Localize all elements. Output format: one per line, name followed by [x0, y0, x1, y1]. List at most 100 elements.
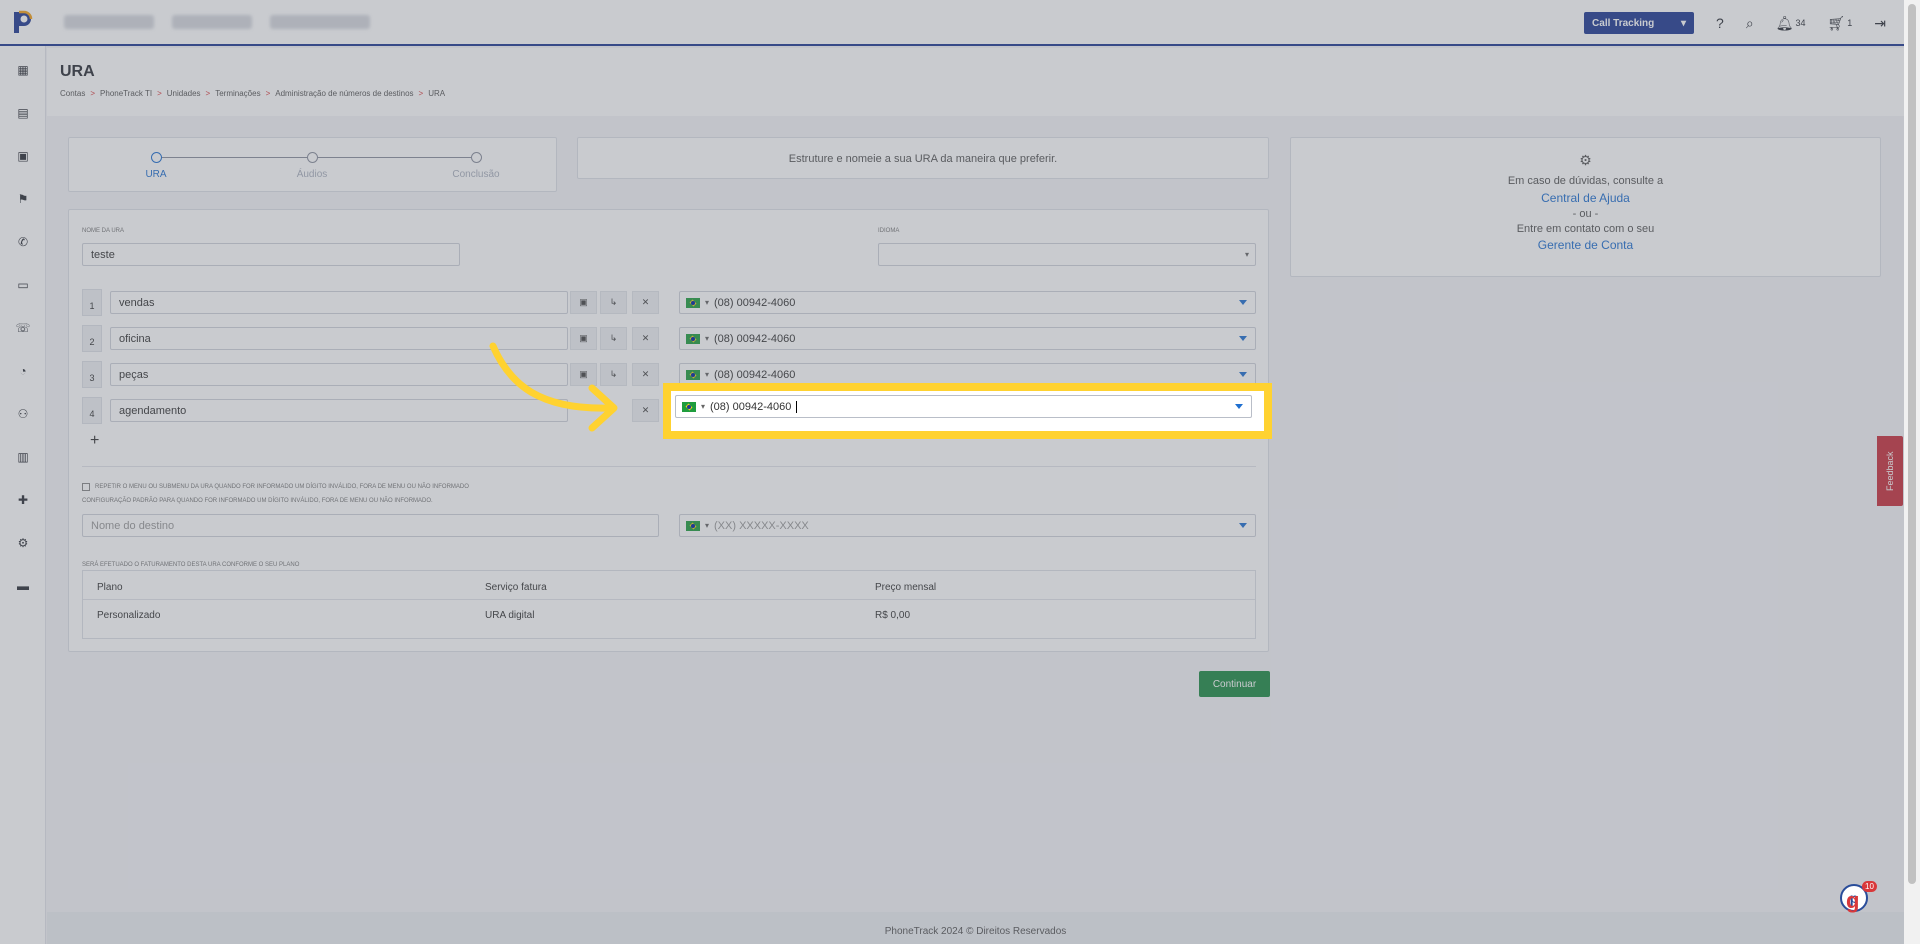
step-label-conclusao: Conclusão	[452, 169, 500, 180]
breadcrumb-item[interactable]: Terminações	[215, 89, 260, 98]
breadcrumb-item[interactable]: Contas	[60, 89, 85, 98]
chevron-down-icon: ▾	[705, 370, 710, 379]
help-or: - ou -	[1572, 208, 1599, 220]
chat-count-badge: 10	[1862, 881, 1877, 892]
billing-label: Será efetuado o faturamento desta URA co…	[82, 562, 300, 568]
language-select[interactable]: ▾	[878, 243, 1256, 266]
destination-phone-select[interactable]: ▾ (08) 00942-4060	[679, 291, 1256, 314]
brazil-flag-icon	[682, 401, 696, 412]
remove-option-icon[interactable]: ✕	[632, 399, 659, 422]
ura-name-label: Nome da URA	[82, 228, 125, 234]
cart-count: 1	[1847, 18, 1853, 28]
language-label: Idioma	[878, 228, 900, 234]
brazil-flag-icon	[686, 369, 700, 380]
help-icon[interactable]: ?	[1716, 15, 1724, 31]
billing-plan-value: Personalizado	[97, 610, 161, 621]
footer: PhoneTrack 2024 © Direitos Reservados	[47, 912, 1904, 944]
billing-table: Plano Serviço fatura Preço mensal Person…	[82, 570, 1256, 639]
brazil-flag-icon	[686, 297, 700, 308]
account-manager-link[interactable]: Gerente de Conta	[1291, 238, 1880, 252]
submenu-icon[interactable]: ↳	[600, 291, 627, 314]
product-select-label: Call Tracking	[1592, 17, 1655, 29]
record-icon[interactable]: ▣	[570, 291, 597, 314]
briefcase-icon[interactable]: ▣	[15, 148, 31, 164]
remove-option-icon[interactable]: ✕	[632, 363, 659, 386]
remove-option-icon[interactable]: ✕	[632, 291, 659, 314]
g-widget-icon[interactable]: g	[1846, 888, 1859, 914]
add-option-button[interactable]: +	[90, 432, 99, 450]
destination-phone-select-active[interactable]: ▾ (08) 00942-4060	[675, 395, 1252, 418]
building-icon[interactable]: ▤	[15, 105, 31, 121]
breadcrumb-separator: >	[157, 89, 162, 98]
step-label-ura: URA	[145, 169, 167, 180]
step-dot-audios	[307, 152, 318, 163]
account-blur	[270, 15, 370, 29]
product-select[interactable]: Call Tracking ▾	[1584, 12, 1695, 34]
default-phone-select[interactable]: ▾ (XX) XXXXX-XXXX	[679, 514, 1256, 537]
step-label-audios: Áudios	[296, 169, 328, 180]
feedback-tab[interactable]: Feedback	[1877, 436, 1903, 506]
phone-placeholder: (XX) XXXXX-XXXX	[714, 519, 809, 532]
destination-name-input[interactable]: Nome do destino	[82, 514, 659, 537]
cart-button[interactable]: 🛒︎ 1	[1827, 15, 1852, 32]
page-title: URA	[60, 63, 95, 80]
notifications-count: 34	[1795, 18, 1806, 28]
phone-icon[interactable]: ✆	[15, 234, 31, 250]
option-name-input[interactable]: vendas	[110, 291, 568, 314]
pointer-arrow-icon	[489, 342, 618, 432]
logout-icon[interactable]: ⇥	[1874, 15, 1886, 32]
destination-phone-select[interactable]: ▾ (08) 00942-4060	[679, 327, 1256, 350]
stepper-card: URA Áudios Conclusão	[68, 137, 557, 192]
option-number: 1	[82, 289, 102, 316]
phone-value: (08) 00942-4060	[710, 400, 792, 413]
contact-card-icon[interactable]: ▭	[15, 277, 31, 293]
billing-header-service: Serviço fatura	[485, 582, 547, 593]
settings-icon[interactable]: ⚙	[15, 535, 31, 551]
sidebar: ▦ ▤ ▣ ⚑ ✆ ▭ ☏ ◔ ⚇ ▥ ✚ ⚙ ▬	[0, 46, 46, 944]
phone-value: (08) 00942-4060	[714, 368, 796, 381]
users-icon[interactable]: ⚇	[15, 406, 31, 422]
breadcrumb-item[interactable]: PhoneTrack TI	[100, 89, 152, 98]
continue-button[interactable]: Continuar	[1199, 671, 1270, 697]
remove-option-icon[interactable]: ✕	[632, 327, 659, 350]
help-center-link[interactable]: Central de Ajuda	[1291, 191, 1880, 205]
history-icon[interactable]: ◔	[15, 363, 31, 379]
ura-name-input[interactable]: teste	[82, 243, 460, 266]
phonetrack-logo[interactable]	[0, 0, 46, 44]
search-icon[interactable]: ⌕	[1746, 15, 1754, 32]
store-icon[interactable]: ▬	[15, 578, 31, 594]
intro-card: Estruture e nomeie a sua URA da maneira …	[577, 137, 1269, 179]
billing-header-price: Preço mensal	[875, 582, 937, 593]
notifications-button[interactable]: 🔔︎ 34	[1776, 15, 1806, 32]
breadcrumb-separator: >	[418, 89, 424, 98]
scrollbar-thumb[interactable]	[1908, 4, 1916, 884]
billing-header-plan: Plano	[97, 582, 123, 593]
settings-icon: ⚙	[1579, 152, 1592, 168]
cart-icon: 🛒︎	[1827, 14, 1846, 31]
brazil-flag-icon	[686, 520, 700, 531]
dropdown-arrow-icon	[1239, 523, 1247, 528]
brazil-flag-icon	[686, 333, 700, 344]
step-dot-ura	[151, 152, 162, 163]
breadcrumb-item[interactable]: Administração de números de destinos	[275, 89, 413, 98]
breadcrumb-separator: >	[90, 89, 96, 98]
text-cursor	[796, 400, 798, 413]
chevron-down-icon: ▾	[1244, 250, 1249, 259]
chevron-down-icon: ▾	[705, 298, 710, 307]
breadcrumb-item[interactable]: Unidades	[167, 89, 201, 98]
repeat-menu-checkbox[interactable]	[82, 483, 90, 491]
chevron-down-icon: ▾	[705, 521, 710, 530]
puzzle-icon[interactable]: ✚	[15, 492, 31, 508]
breadcrumb-item: URA	[428, 89, 446, 98]
dashboard-icon[interactable]: ▦	[15, 62, 31, 78]
billing-price-value: R$ 0,00	[875, 610, 911, 621]
help-card: ⚙ Em caso de dúvidas, consulte a Central…	[1290, 137, 1881, 277]
flag-icon[interactable]: ⚑	[15, 191, 31, 207]
divider	[82, 466, 1256, 467]
call-icon[interactable]: ☏	[15, 320, 31, 336]
help-line-1: Em caso de dúvidas, consulte a	[1507, 175, 1664, 187]
breadcrumb: Contas > PhoneTrack TI > Unidades > Termina…	[60, 89, 445, 98]
dropdown-arrow-icon	[1239, 372, 1247, 377]
books-icon[interactable]: ▥	[15, 449, 31, 465]
scrollbar[interactable]	[1904, 0, 1920, 944]
